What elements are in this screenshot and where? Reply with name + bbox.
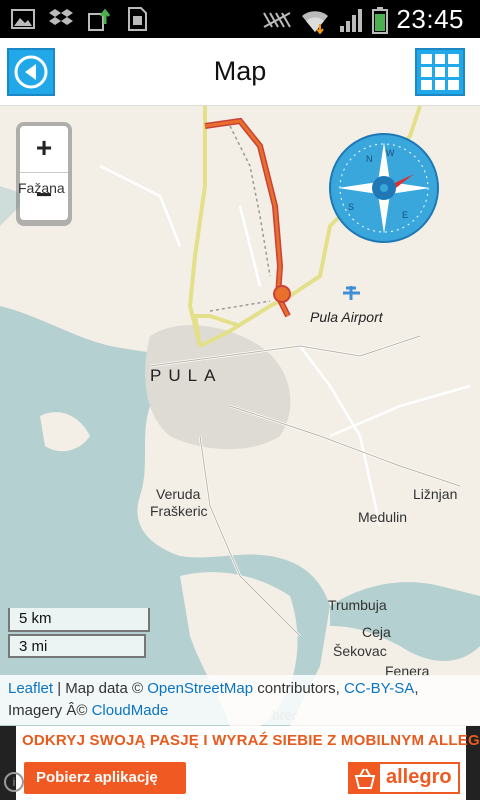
- dropbox-icon: [49, 9, 73, 25]
- clock: 23:45: [396, 4, 464, 34]
- ad-download-button[interactable]: Pobierz aplikację: [24, 762, 186, 794]
- label-medulin: Medulin: [358, 509, 408, 525]
- scale-km: 5 km: [8, 608, 150, 632]
- label-fraskeric: Fraškeric: [150, 503, 208, 519]
- leaflet-link[interactable]: Leaflet: [8, 680, 53, 697]
- airport-icon: [343, 286, 360, 300]
- wifi-icon: [302, 10, 329, 34]
- allegro-logo: allegro: [348, 762, 460, 794]
- basket-icon: [350, 764, 380, 792]
- scale-mi: 3 mi: [8, 634, 146, 658]
- label-liznjan: Ližnjan: [413, 486, 458, 502]
- gallery-icon: [11, 9, 35, 29]
- svg-text:N: N: [366, 154, 373, 164]
- label-veruda: Veruda: [156, 486, 201, 502]
- ad-headline: ODKRYJ SWOJĄ PASJĘ I WYRAŹ SIEBIE Z MOBI…: [22, 732, 480, 749]
- cloudmade-link[interactable]: CloudMade: [92, 702, 169, 719]
- zoom-control: + −: [16, 122, 72, 226]
- upload-icon: [88, 8, 111, 31]
- compass-icon[interactable]: N E S W: [328, 132, 440, 244]
- openstreetmap-link[interactable]: OpenStreetMap: [147, 680, 253, 697]
- cc-by-sa-link[interactable]: CC-BY-SA: [344, 680, 414, 697]
- title-bar: Map: [0, 38, 480, 106]
- allegro-brand: allegro: [386, 766, 452, 788]
- label-trumbuja: Trumbuja: [328, 597, 387, 613]
- label-pula-airport: Pula Airport: [310, 309, 383, 325]
- label-ceja: Ceja: [362, 624, 391, 640]
- zoom-in-button[interactable]: +: [20, 126, 68, 173]
- grid-menu-button[interactable]: [415, 48, 465, 96]
- battery-icon: [372, 6, 389, 34]
- grid-menu-icon: [421, 54, 432, 64]
- svg-text:S: S: [348, 202, 354, 212]
- label-pula: PULA: [150, 366, 223, 385]
- signal-icon: [340, 8, 363, 32]
- svg-text:E: E: [402, 210, 408, 220]
- map-attribution: Leaflet | Map data © OpenStreetMap contr…: [0, 675, 480, 725]
- svg-text:W: W: [386, 148, 395, 158]
- map-view[interactable]: + − N E S W Fažana PULA Pula Airport Ver…: [0, 106, 480, 726]
- ad-banner[interactable]: ODKRYJ SWOJĄ PASJĘ I WYRAŹ SIEBIE Z MOBI…: [16, 726, 480, 800]
- ad-info-icon[interactable]: i: [4, 772, 24, 792]
- sim-icon: [128, 7, 147, 31]
- label-fazana: Fažana: [18, 180, 65, 196]
- label-sekovac: Šekovac: [333, 643, 387, 659]
- mute-icon: [263, 11, 292, 28]
- status-bar: 23:45: [0, 0, 480, 38]
- page-title: Map: [213, 56, 267, 86]
